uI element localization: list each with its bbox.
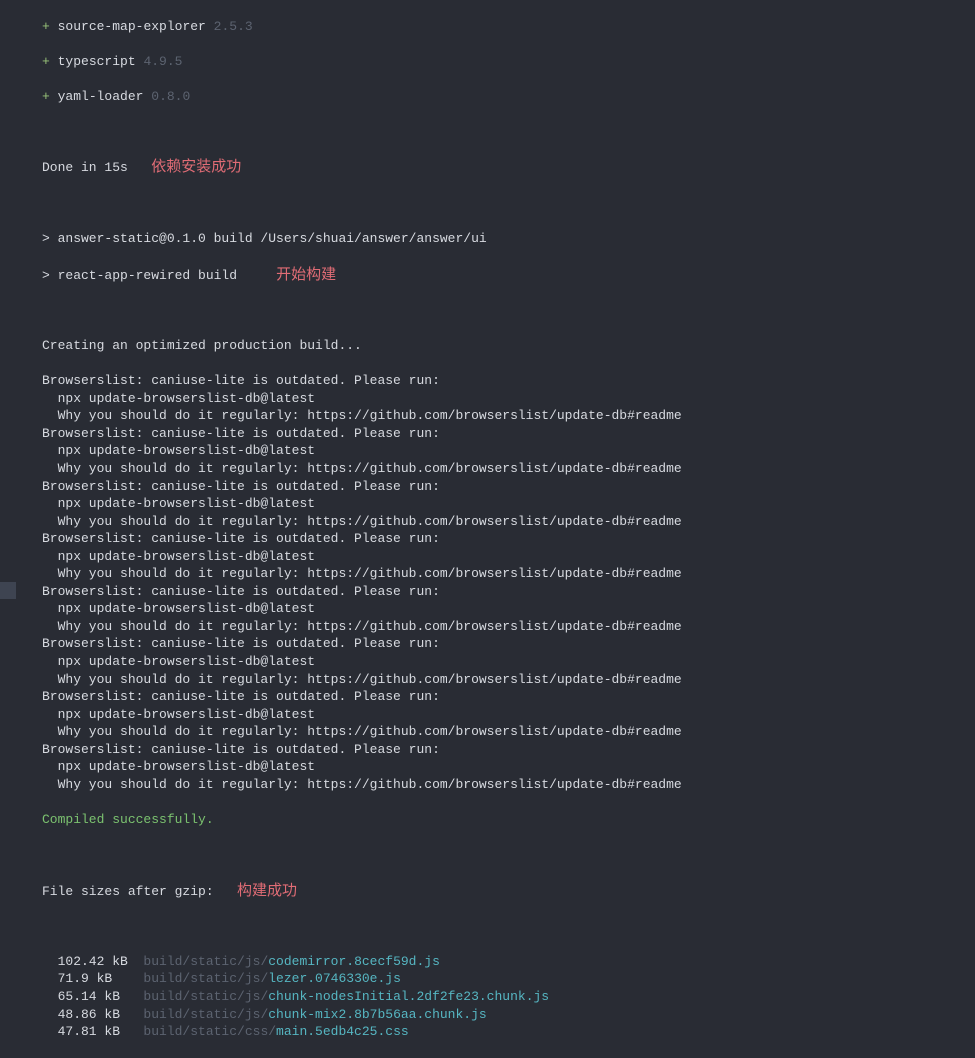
dep-name: yaml-loader — [58, 89, 144, 104]
file-path: build/static/js/ — [143, 1007, 268, 1022]
dep-version: 0.8.0 — [151, 89, 190, 104]
browserslist-outdated: Browserslist: caniuse-lite is outdated. … — [42, 478, 975, 496]
dep-version: 4.9.5 — [143, 54, 182, 69]
file-path: build/static/css/ — [143, 1024, 276, 1039]
blank-line — [42, 918, 975, 935]
dep-line: + yaml-loader 0.8.0 — [42, 88, 975, 106]
browserslist-update-cmd: npx update-browserslist-db@latest — [42, 442, 975, 460]
annotation-build-start: 开始构建 — [276, 266, 336, 283]
browserslist-why: Why you should do it regularly: https://… — [42, 618, 975, 636]
dep-line: + source-map-explorer 2.5.3 — [42, 18, 975, 36]
annotation-build-success: 构建成功 — [237, 882, 297, 899]
file-size: 47.81 kB — [42, 1024, 143, 1039]
file-name: chunk-mix2.8b7b56aa.chunk.js — [268, 1007, 486, 1022]
browserslist-why: Why you should do it regularly: https://… — [42, 407, 975, 425]
browserslist-why: Why you should do it regularly: https://… — [42, 723, 975, 741]
browserslist-outdated: Browserslist: caniuse-lite is outdated. … — [42, 583, 975, 601]
blank-line — [42, 303, 975, 320]
file-size: 65.14 kB — [42, 989, 143, 1004]
dep-name: source-map-explorer — [58, 19, 206, 34]
file-entry: 48.86 kB build/static/js/chunk-mix2.8b7b… — [42, 1006, 975, 1024]
browserslist-update-cmd: npx update-browserslist-db@latest — [42, 495, 975, 513]
done-text: Done in 15s — [42, 160, 128, 175]
file-entry: 71.9 kB build/static/js/lezer.0746330e.j… — [42, 970, 975, 988]
file-size: 48.86 kB — [42, 1007, 143, 1022]
browserslist-outdated: Browserslist: caniuse-lite is outdated. … — [42, 741, 975, 759]
file-entry: 65.14 kB build/static/js/chunk-nodesInit… — [42, 988, 975, 1006]
line-gutter — [0, 0, 16, 721]
browserslist-update-cmd: npx update-browserslist-db@latest — [42, 548, 975, 566]
plus-icon: + — [42, 19, 50, 34]
file-sizes-header: File sizes after gzip: 构建成功 — [42, 881, 975, 901]
dep-name: typescript — [58, 54, 136, 69]
file-path: build/static/js/ — [143, 989, 268, 1004]
browserslist-update-cmd: npx update-browserslist-db@latest — [42, 600, 975, 618]
optimizing-line: Creating an optimized production build..… — [42, 337, 975, 355]
file-path: build/static/js/ — [143, 971, 268, 986]
browserslist-outdated: Browserslist: caniuse-lite is outdated. … — [42, 530, 975, 548]
browserslist-update-cmd: npx update-browserslist-db@latest — [42, 653, 975, 671]
file-name: chunk-nodesInitial.2df2fe23.chunk.js — [268, 989, 549, 1004]
dep-version: 2.5.3 — [214, 19, 253, 34]
browserslist-update-cmd: npx update-browserslist-db@latest — [42, 758, 975, 776]
file-name: main.5edb4c25.css — [276, 1024, 409, 1039]
file-name: codemirror.8cecf59d.js — [268, 954, 440, 969]
blank-line — [42, 846, 975, 863]
blank-line — [42, 123, 975, 140]
blank-line — [42, 195, 975, 212]
annotation-install-success: 依赖安装成功 — [151, 158, 241, 175]
browserslist-why: Why you should do it regularly: https://… — [42, 513, 975, 531]
plus-icon: + — [42, 54, 50, 69]
file-size: 102.42 kB — [42, 954, 143, 969]
file-path: build/static/js/ — [143, 954, 268, 969]
file-name: lezer.0746330e.js — [268, 971, 401, 986]
plus-icon: + — [42, 89, 50, 104]
file-entry: 102.42 kB build/static/js/codemirror.8ce… — [42, 953, 975, 971]
file-size: 71.9 kB — [42, 971, 143, 986]
browserslist-update-cmd: npx update-browserslist-db@latest — [42, 390, 975, 408]
gutter-current-line — [0, 582, 16, 599]
dep-line: + typescript 4.9.5 — [42, 53, 975, 71]
browserslist-why: Why you should do it regularly: https://… — [42, 460, 975, 478]
browserslist-outdated: Browserslist: caniuse-lite is outdated. … — [42, 635, 975, 653]
browserslist-why: Why you should do it regularly: https://… — [42, 776, 975, 794]
browserslist-why: Why you should do it regularly: https://… — [42, 671, 975, 689]
terminal-output: + source-map-explorer 2.5.3 + typescript… — [0, 0, 975, 1058]
browserslist-outdated: Browserslist: caniuse-lite is outdated. … — [42, 372, 975, 390]
browserslist-outdated: Browserslist: caniuse-lite is outdated. … — [42, 425, 975, 443]
compiled-success: Compiled successfully. — [42, 811, 975, 829]
build-cmd-text: > react-app-rewired build — [42, 268, 237, 283]
browserslist-why: Why you should do it regularly: https://… — [42, 565, 975, 583]
done-line: Done in 15s 依赖安装成功 — [42, 157, 975, 177]
file-entry: 47.81 kB build/static/css/main.5edb4c25.… — [42, 1023, 975, 1041]
build-command-line: > react-app-rewired build 开始构建 — [42, 265, 975, 285]
browserslist-outdated: Browserslist: caniuse-lite is outdated. … — [42, 688, 975, 706]
build-command-line: > answer-static@0.1.0 build /Users/shuai… — [42, 230, 975, 248]
file-sizes-label: File sizes after gzip: — [42, 884, 214, 899]
